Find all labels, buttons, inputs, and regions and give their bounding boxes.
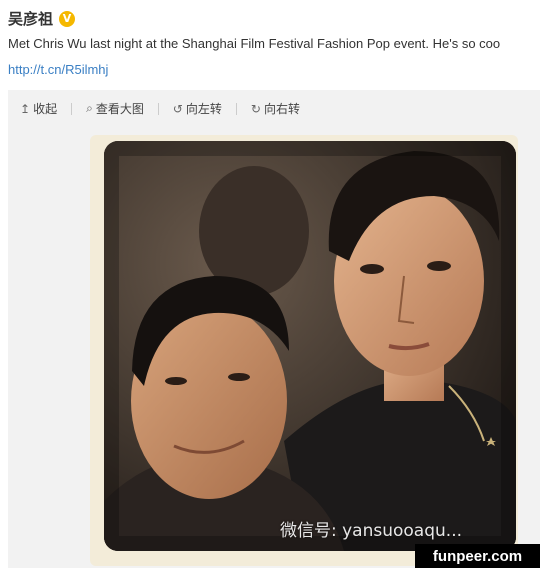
rotate-right-label: 向右转 (263, 102, 300, 116)
arrow-up-icon: ↥ (20, 101, 31, 116)
rotate-left-button[interactable]: ↺ 向左转 (173, 100, 222, 117)
view-large-label: 查看大图 (95, 102, 144, 116)
divider (71, 102, 73, 115)
photo-watermark: 微信号: yansuooaqu... (279, 521, 462, 541)
media-box: ↥ 收起 ⌕ 查看大图 ↺ 向左转 ↻ 向右转 微信号: yansuooaqu.… (8, 90, 540, 568)
post-link[interactable]: http://t.cn/R5ilmhj (8, 62, 108, 77)
rotate-right-button[interactable]: ↻ 向右转 (251, 100, 300, 117)
divider (157, 102, 159, 115)
photo-illustration (104, 141, 516, 551)
divider (235, 102, 237, 115)
post-header: 吴彦祖 V (8, 8, 76, 29)
media-toolbar: ↥ 收起 ⌕ 查看大图 ↺ 向左转 ↻ 向右转 (20, 100, 300, 117)
photo-frame: 微信号: yansuooaqu... (90, 135, 518, 566)
site-watermark: funpeer.com (415, 544, 540, 568)
rotate-right-icon: ↻ (250, 101, 261, 116)
post-text: Met Chris Wu last night at the Shanghai … (8, 36, 501, 51)
rotate-left-icon: ↺ (172, 101, 183, 116)
magnifier-icon: ⌕ (86, 101, 93, 115)
username[interactable]: 吴彦祖 (8, 8, 53, 29)
view-large-button[interactable]: ⌕ 查看大图 (86, 100, 144, 117)
post-photo[interactable]: 微信号: yansuooaqu... (104, 141, 516, 551)
collapse-button[interactable]: ↥ 收起 (20, 100, 57, 117)
verified-badge-icon: V (59, 10, 76, 27)
rotate-left-label: 向左转 (185, 102, 222, 116)
collapse-label: 收起 (33, 102, 58, 116)
